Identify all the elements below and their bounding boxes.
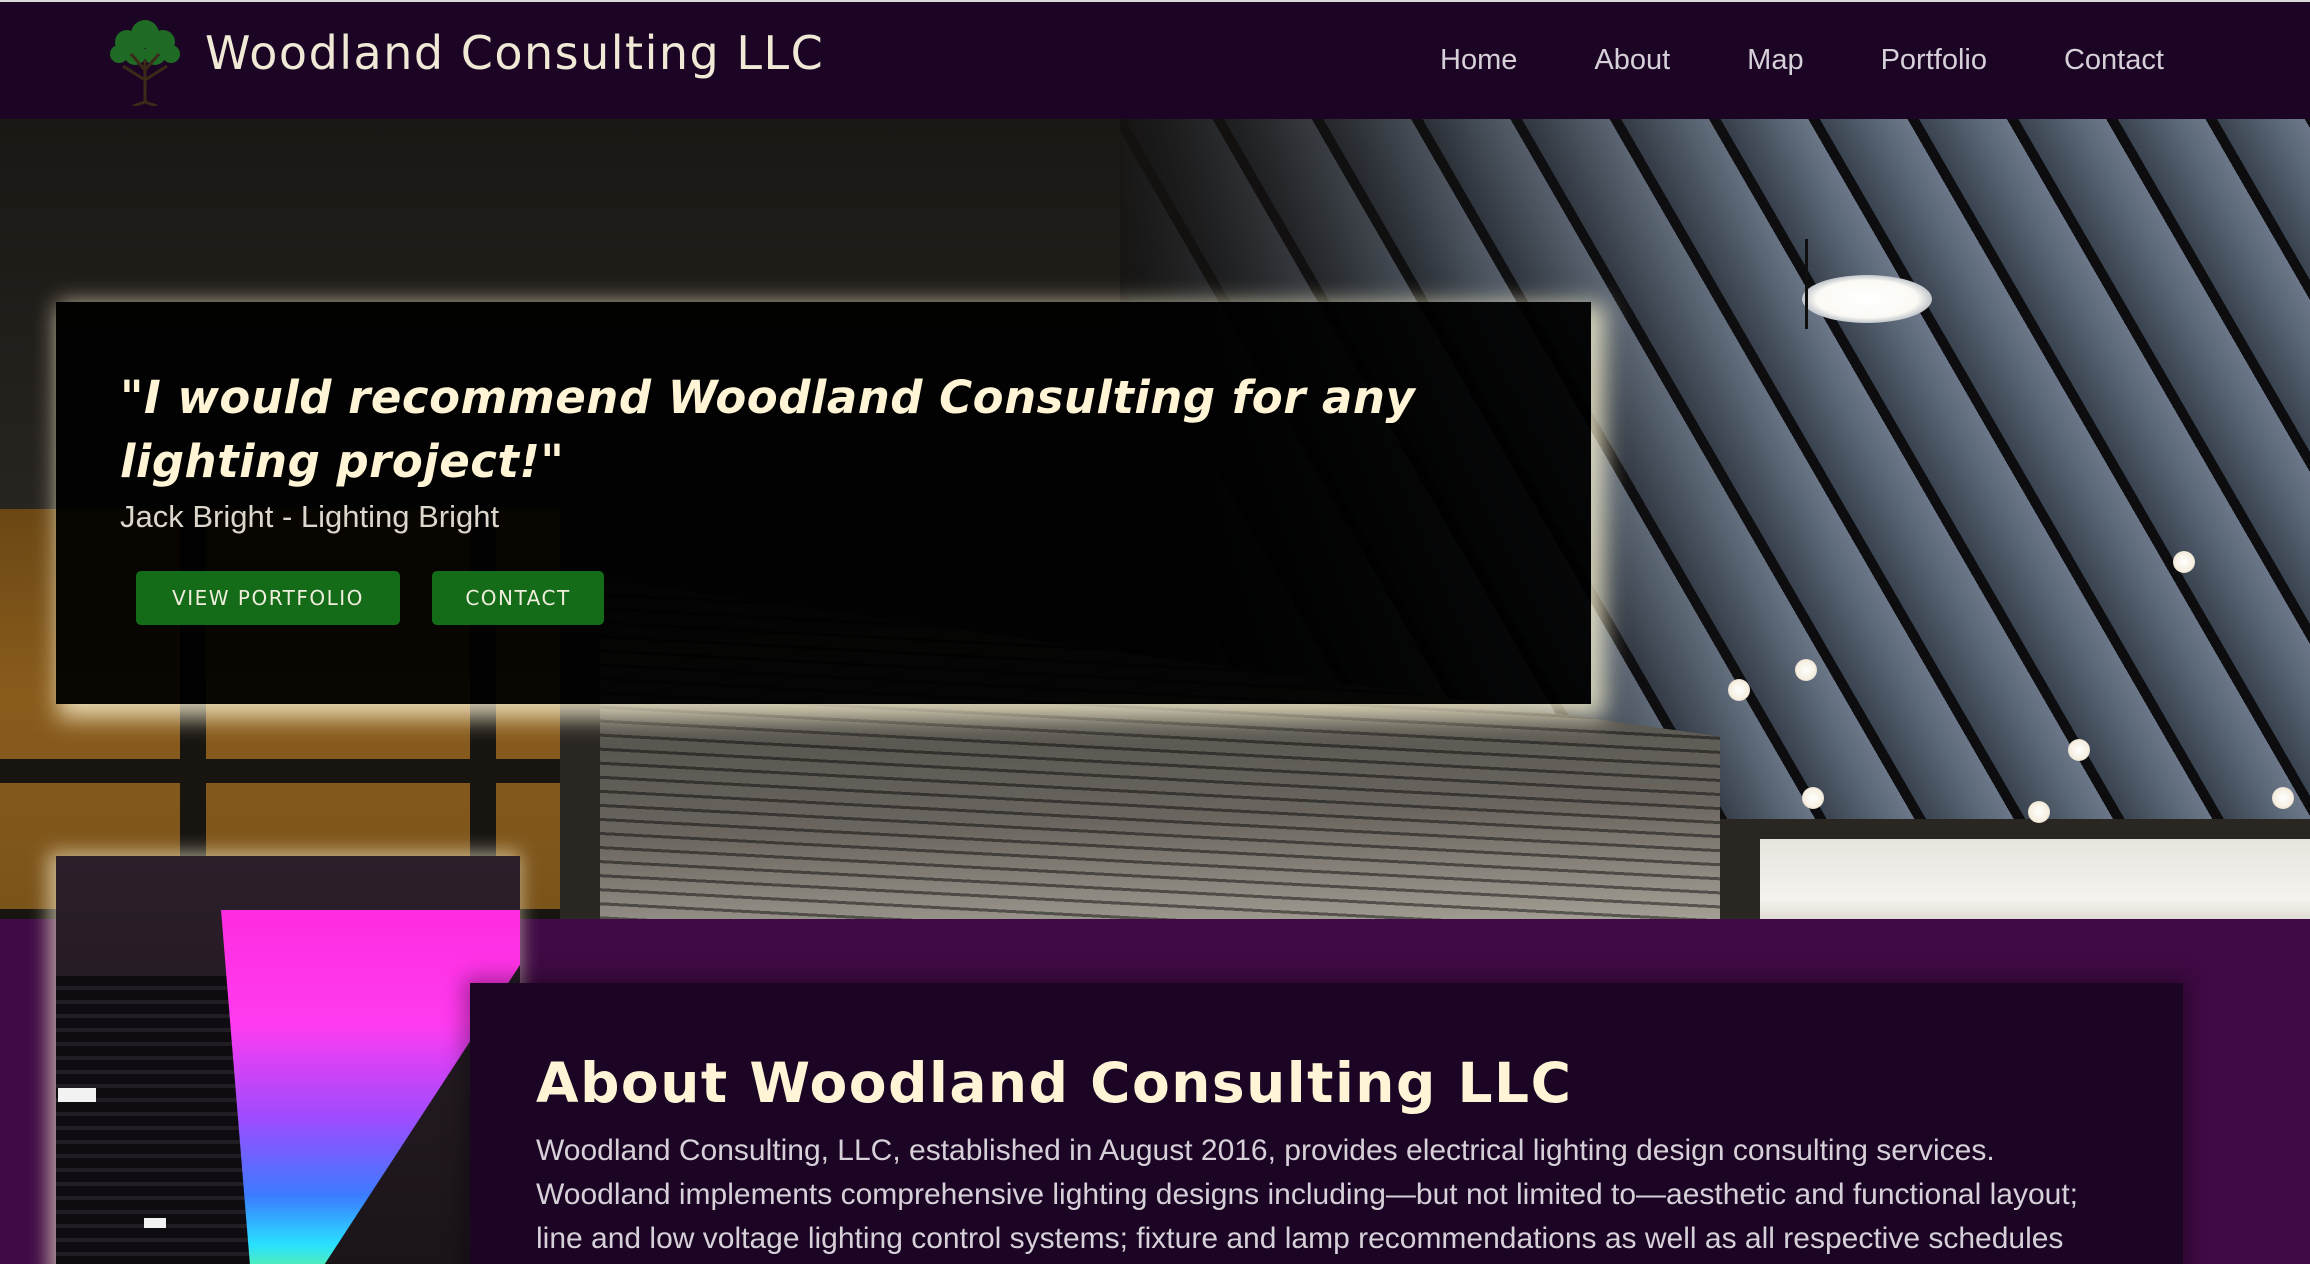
- nav-about[interactable]: About: [1594, 44, 1670, 77]
- testimonial-author: Jack Bright - Lighting Bright: [120, 499, 500, 534]
- pendant-bulb: [2272, 787, 2294, 809]
- testimonial-card: "I would recommend Woodland Consulting f…: [56, 302, 1591, 704]
- nav-map[interactable]: Map: [1747, 44, 1803, 77]
- about-line: Woodland implements comprehensive lighti…: [536, 1178, 2078, 1211]
- pendant-bulb: [2173, 551, 2195, 573]
- about-line: line and low voltage lighting control sy…: [536, 1222, 2064, 1255]
- pendant-bulb: [1795, 659, 1817, 681]
- about-title: About Woodland Consulting LLC: [536, 1051, 1573, 1115]
- site-header: Woodland Consulting LLC Home About Map P…: [0, 0, 2310, 119]
- contact-button[interactable]: CONTACT: [432, 571, 604, 625]
- main-nav: Home About Map Portfolio Contact: [1440, 44, 2164, 77]
- pendant-bulb: [1802, 787, 1824, 809]
- about-photo: [56, 856, 520, 1264]
- hero-section: "I would recommend Woodland Consulting f…: [0, 119, 2310, 919]
- pendant-bulb: [2028, 801, 2050, 823]
- about-line: Woodland Consulting, LLC, established in…: [536, 1134, 1995, 1167]
- view-portfolio-button[interactable]: VIEW PORTFOLIO: [136, 571, 400, 625]
- nav-contact[interactable]: Contact: [2064, 44, 2164, 77]
- hero-background-window: [1760, 839, 2310, 919]
- brand-title[interactable]: Woodland Consulting LLC: [205, 26, 824, 80]
- about-card: About Woodland Consulting LLC Woodland C…: [470, 983, 2183, 1264]
- nav-portfolio[interactable]: Portfolio: [1881, 44, 1987, 77]
- nav-home[interactable]: Home: [1440, 44, 1517, 77]
- tree-logo-icon: [110, 20, 180, 106]
- pendant-light: [1805, 239, 1808, 329]
- brand[interactable]: Woodland Consulting LLC: [105, 14, 823, 106]
- testimonial-quote: "I would recommend Woodland Consulting f…: [120, 371, 1416, 488]
- pendant-bulb: [2068, 739, 2090, 761]
- ceiling-light: [1802, 275, 1932, 323]
- about-body: Woodland Consulting, LLC, established in…: [536, 1129, 2136, 1261]
- pendant-bulb: [1728, 679, 1750, 701]
